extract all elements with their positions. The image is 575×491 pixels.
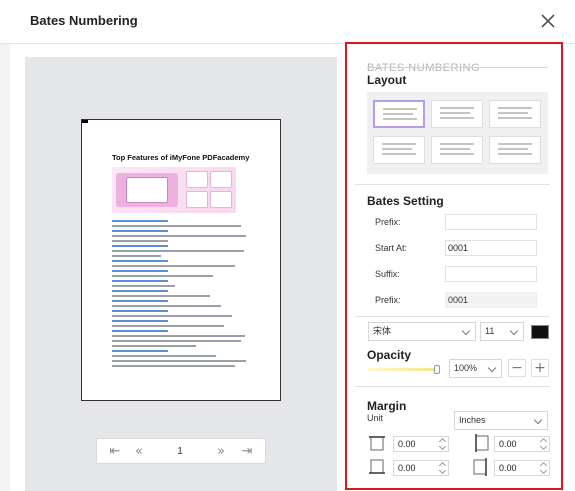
chevron-down-icon [487,363,497,373]
font-family-select[interactable]: 宋体 [368,322,476,341]
opacity-slider[interactable] [368,365,440,374]
page-navigator: ⇤ « 1 » ⇥ [96,438,266,464]
margin-right-input[interactable]: 0.00 [494,460,550,476]
layout-option-bottom-center[interactable] [431,136,483,164]
page-preview: Top Features of iMyFone PDFacademy [25,57,337,491]
layout-grid [367,92,548,174]
opacity-increase-button[interactable]: + [531,359,549,377]
spin-down-icon[interactable] [438,442,447,451]
document-illustration [112,167,236,213]
layout-option-bottom-right[interactable] [489,136,541,164]
bates-setting-title: Bates Setting [367,194,444,208]
font-size-value: 11 [485,326,495,336]
start-at-input[interactable]: 0001 [445,240,537,256]
opacity-decrease-button[interactable]: − [508,359,526,377]
divider [355,316,550,317]
suffix-label: Suffix: [375,269,400,279]
margin-top-value: 0.00 [398,439,416,449]
close-icon[interactable] [539,12,557,30]
font-color-swatch[interactable] [531,325,549,339]
next-page-icon[interactable]: » [211,443,231,461]
opacity-title: Opacity [367,348,412,362]
margin-right-value: 0.00 [499,463,517,473]
opacity-slider-handle[interactable] [434,365,440,374]
margin-top-input[interactable]: 0.00 [393,436,449,452]
margin-bottom-input[interactable]: 0.00 [393,460,449,476]
font-family-value: 宋体 [373,326,392,336]
prefix-input[interactable] [445,214,537,230]
dialog-title-bar: Bates Numbering [0,0,575,44]
spin-down-icon[interactable] [539,466,548,475]
divider [355,184,550,185]
layout-option-top-left[interactable] [373,100,425,128]
margin-title: Margin [367,399,407,413]
page-corner-marker [82,120,88,123]
chevron-down-icon [533,415,543,425]
margin-top-icon [368,434,386,452]
font-size-select[interactable]: 11 [480,322,524,341]
bates-preview-value: 0001 [445,292,537,308]
layout-title: Layout [367,73,407,87]
prefix-label: Prefix: [375,217,401,227]
dialog-title: Bates Numbering [30,13,138,28]
chevron-down-icon [461,326,471,336]
panel-header-divider [367,67,548,68]
unit-select[interactable]: Inches [454,411,548,430]
layout-option-top-right[interactable] [489,100,541,128]
opacity-value: 100% [454,363,478,373]
document-page: Top Features of iMyFone PDFacademy [81,119,281,401]
layout-option-top-center[interactable] [431,100,483,128]
left-strip [0,44,10,491]
divider [355,386,550,387]
opacity-slider-track [368,368,438,371]
margin-right-icon [472,458,490,476]
unit-value: Inches [459,415,486,425]
last-page-icon[interactable]: ⇥ [237,443,257,461]
unit-label: Unit [367,413,384,423]
margin-left-value: 0.00 [499,439,517,449]
document-body-text [112,220,252,370]
margin-left-input[interactable]: 0.00 [494,436,550,452]
spin-down-icon[interactable] [539,442,548,451]
margin-bottom-icon [368,458,386,476]
margin-bottom-value: 0.00 [398,463,416,473]
suffix-input[interactable] [445,266,537,282]
layout-option-bottom-left[interactable] [373,136,425,164]
preview-prefix-label: Prefix: [375,295,401,305]
spin-down-icon[interactable] [438,466,447,475]
document-title: Top Features of iMyFone PDFacademy [112,153,250,162]
previous-page-icon[interactable]: « [129,443,149,461]
chevron-down-icon [509,326,519,336]
first-page-icon[interactable]: ⇤ [105,443,125,461]
start-at-label: Start At: [375,243,408,253]
opacity-select[interactable]: 100% [449,359,502,378]
margin-left-icon [472,434,490,452]
page-number-input[interactable]: 1 [165,443,195,461]
